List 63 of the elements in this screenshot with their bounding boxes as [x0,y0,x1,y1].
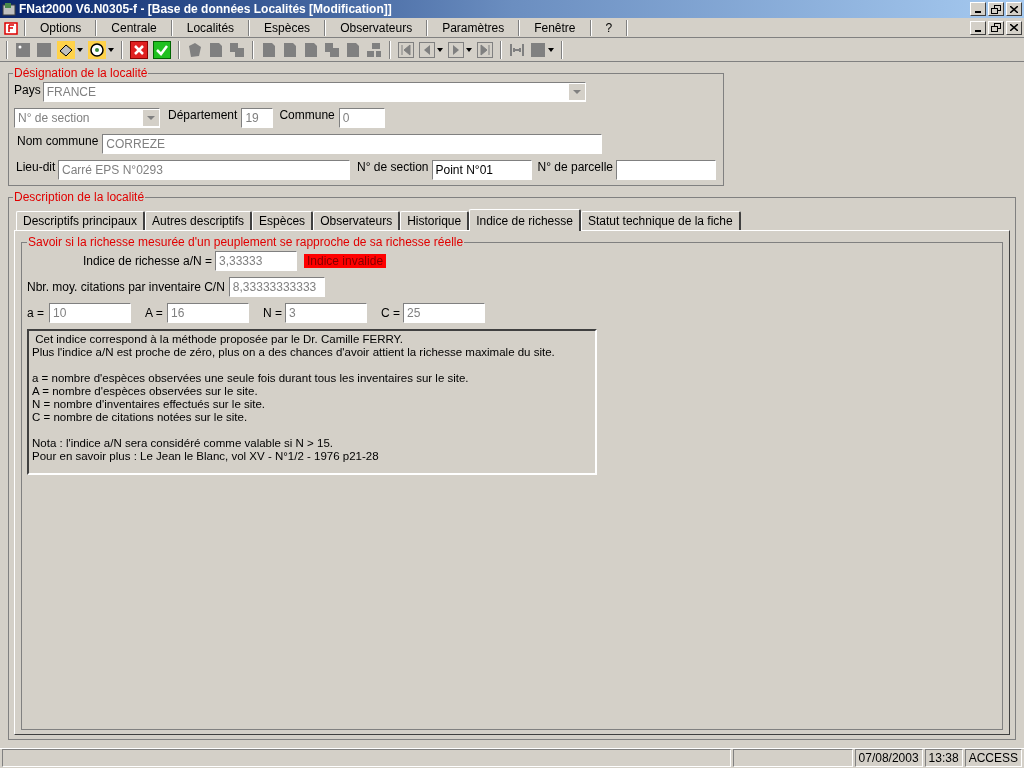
caret-icon[interactable] [108,47,114,52]
caret-icon[interactable] [77,47,83,52]
menu-item[interactable]: Paramètres [428,18,519,37]
field-label: Nom commune [17,134,99,149]
text-field[interactable] [616,160,717,180]
field-label: N = [263,305,281,321]
tab[interactable]: Espèces [252,211,314,230]
field-label: N° de section [357,160,429,175]
close-icon [1010,24,1018,31]
field-label: a = [27,305,45,321]
tab[interactable]: Descriptifs principaux [16,211,146,230]
note-line: Plus l'indice a/N est proche de zéro, plus on a des chances d'avoir attient la richesse maximale du site. [32,346,555,359]
tab[interactable]: Observateurs [313,211,401,230]
field-label: Commune [279,108,335,123]
note-line: A = nombre d'espèces observées sur le site. [32,385,258,398]
note-line: Cet indice correspond à la méthode proposée par le Dr. Camille FERRY. [34,333,403,346]
field-label: Indice de richesse a/N = [81,253,212,269]
status-time: 13:38 [924,749,963,767]
status-date: 07/08/2003 [854,749,923,767]
restore-button[interactable] [988,2,1004,16]
note-line: a = nombre d'espèces observées une seule fois durant tous les inventaires sur le site. [32,372,469,385]
document-icon [3,19,21,36]
checkmark-icon[interactable] [153,40,171,59]
note-line: N = nombre d'inventaires effectués sur le site. [32,398,266,411]
app-icon [2,2,16,16]
menu-item[interactable]: Fenêtre [520,18,590,37]
group-title: Désignation de la localité [13,65,149,82]
tab[interactable]: Autres descriptifs [145,211,253,230]
note-line: Nota : l'indice a/N sera considéré comme valable si N > 15. [32,437,334,450]
close-button[interactable] [1006,20,1022,35]
restore-button[interactable] [988,20,1004,35]
minimize-button[interactable] [970,2,986,16]
menu-item[interactable]: Observateurs [326,18,427,37]
group-title: Description de la localité [13,189,146,206]
menu-item[interactable]: ? [591,18,627,37]
field-label: Pays [14,82,41,98]
window-title: FNat2000 V6.N0305-f - [Base de données Localités [Modification]] [19,1,392,18]
field-label: Lieu-dit [16,160,57,175]
tab[interactable]: Statut technique de la fiche [580,211,741,230]
field-label: Département [168,108,238,123]
menu-item[interactable]: Localités [172,18,249,37]
target-icon[interactable] [88,40,106,59]
tab[interactable]: Historique [400,211,470,230]
menu-item[interactable]: Options [26,18,96,37]
group-title: Savoir si la richesse mesurée d'un peuplement se rapproche de sa richesse réelle [27,234,465,251]
minimize-button[interactable] [970,20,986,35]
document-restore-icon [991,23,1001,32]
status-mode: ACCESS [964,749,1022,767]
close-button[interactable] [1006,2,1022,16]
menu-item[interactable]: Centrale [97,18,171,37]
field-label: A = [145,305,163,321]
tab[interactable]: Indice de richesse [469,209,581,231]
field-label: N° de parcelle [537,160,614,175]
menu-item[interactable]: Espèces [250,18,325,37]
note-line: Pour en savoir plus : Le Jean le Blanc, vol XV - N°1/2 - 1976 p21-28 [32,450,379,463]
close-icon[interactable] [130,40,148,59]
field-label: C = [381,305,399,321]
close-icon [1010,5,1018,13]
note-line: C = nombre de citations notées sur le site. [32,411,248,424]
text-field[interactable]: Point N°01 [431,160,532,180]
field-label: Nbr. moy. citations par inventaire C/N [27,279,225,295]
invalid-badge: Indice invalide [304,254,387,268]
window-restore-icon [991,4,1001,14]
